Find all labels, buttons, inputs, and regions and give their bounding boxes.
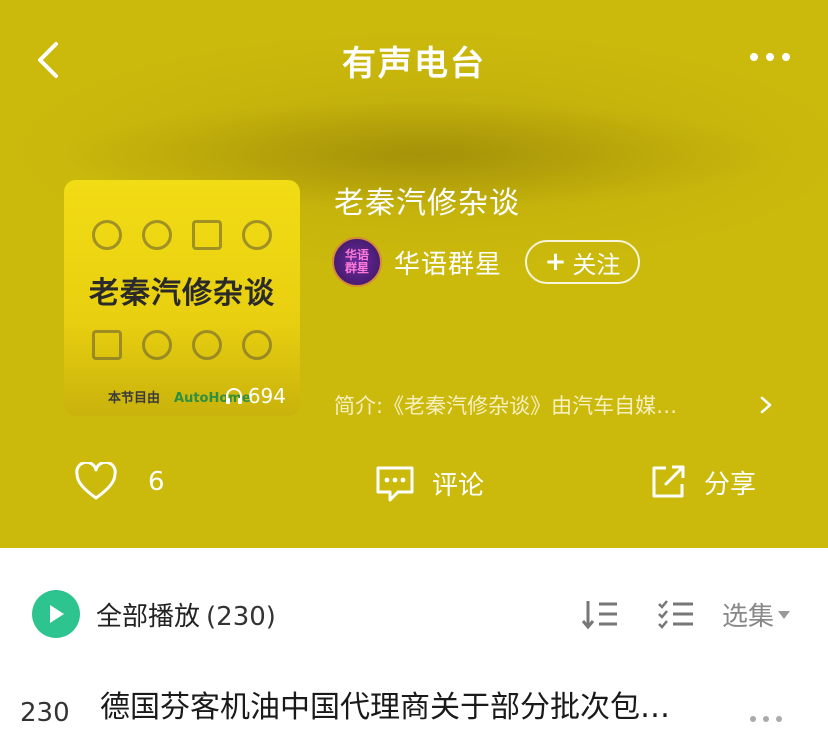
episode-title: 德国芬客机油中国代理商关于部分批次包… [100,690,670,725]
episode-index: 230 [20,698,70,728]
chevron-right-icon [760,396,772,414]
play-all-label: 全部播放 [96,602,201,632]
like-count: 6 [148,467,165,497]
gear-icon [242,220,272,250]
more-icon[interactable] [748,42,792,72]
album-cover[interactable]: 老秦汽修杂谈 本节目由 AutoHome 694 [64,180,300,416]
play-all-icon[interactable] [32,590,80,638]
cover-decoration [92,330,272,360]
album-hero: 有声电台 老秦汽修杂谈 本节目由 AutoHome 694 老秦汽修杂谈 华语 … [0,0,828,548]
album-intro[interactable]: 简介:《老秦汽修杂谈》由汽车自媒… [334,390,774,420]
top-bar: 有声电台 [0,20,828,96]
album-title: 老秦汽修杂谈 [334,186,520,221]
speedometer-icon [192,330,222,360]
play-all-count: (230) [206,602,276,632]
list-header: 全部播放 (230) 选集 [0,548,828,678]
headphone-icon [225,388,242,404]
episodes-label: 选集 [722,602,775,632]
sort-icon[interactable] [580,598,620,630]
more-icon[interactable] [748,714,784,724]
brake-icon [242,330,272,360]
comment-icon [376,466,414,502]
caret-down-icon [778,610,791,619]
steering-wheel-icon [92,220,122,250]
intro-text: 简介:《老秦汽修杂谈》由汽车自媒… [334,394,678,418]
author-avatar[interactable]: 华语 群星 [332,237,382,287]
author-name[interactable]: 华语群星 [394,244,502,281]
page-title: 有声电台 [342,44,486,84]
cover-footer-text: 本节目由 [108,391,161,406]
cover-title: 老秦汽修杂谈 [89,276,275,311]
multi-select-icon[interactable] [656,598,696,630]
comment-label: 评论 [432,470,485,501]
action-bar: 6 评论 分享 [0,462,828,522]
cover-decoration [92,220,272,250]
share-label: 分享 [704,469,757,500]
episodes-select[interactable]: 选集 [722,596,791,633]
share-button[interactable]: 分享 [648,462,756,502]
wheel-icon [142,220,172,250]
follow-label: 关注 [572,250,621,279]
like-button[interactable]: 6 [74,462,165,502]
play-count-value: 694 [247,384,286,408]
avatar-logo-text: 华语 群星 [344,248,369,275]
plus-icon: + [544,247,567,277]
battery-icon [192,220,222,250]
comment-button[interactable]: 评论 [374,462,484,504]
heart-icon [75,462,117,500]
episode-row[interactable]: 230 德国芬客机油中国代理商关于部分批次包… [0,672,828,730]
play-count: 694 [224,384,286,408]
fuel-can-icon [92,330,122,360]
tire-icon [142,330,172,360]
share-icon [652,465,685,498]
follow-button[interactable]: + 关注 [525,240,640,284]
play-all-button[interactable]: 全部播放 (230) [96,596,276,633]
